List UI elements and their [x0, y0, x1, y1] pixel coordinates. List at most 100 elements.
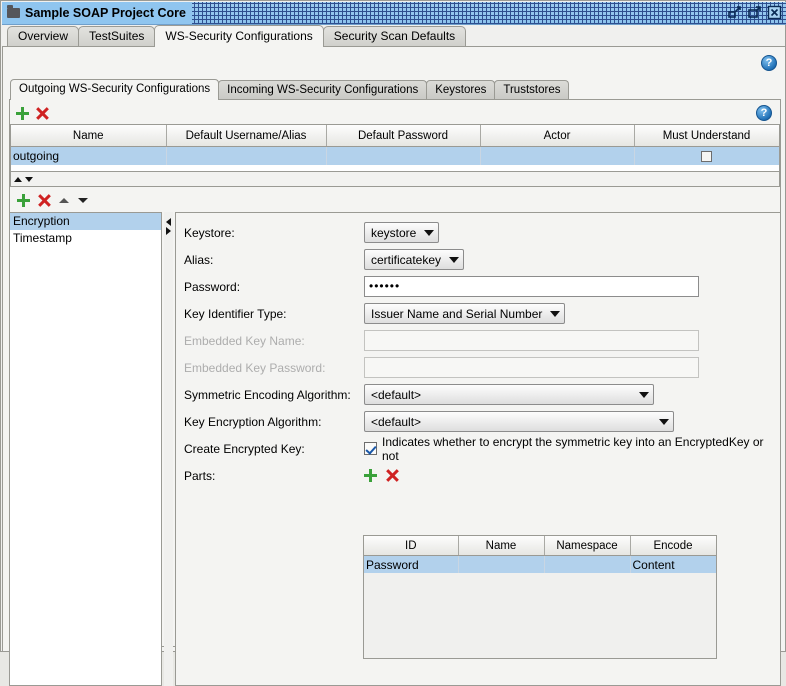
parts-header-row: ID Name Namespace Encode	[364, 536, 716, 556]
alias-value: certificatekey	[371, 252, 442, 267]
minimize-button[interactable]	[727, 5, 742, 20]
triangle-up-icon[interactable]	[14, 175, 23, 184]
chevron-down-icon	[449, 256, 460, 263]
window-title: Sample SOAP Project Core	[25, 6, 186, 20]
key-encryption-algorithm-value: <default>	[371, 414, 422, 429]
remove-part-button[interactable]	[386, 469, 399, 482]
keystore-value: keystore	[371, 225, 417, 240]
tab-security-scan-defaults[interactable]: Security Scan Defaults	[322, 26, 467, 47]
chevron-down-icon	[424, 229, 435, 236]
field-row-embedded-key-name: Embedded Key Name:	[176, 327, 780, 354]
field-row-parts: Parts:	[176, 462, 780, 489]
keystore-select[interactable]: keystore	[364, 222, 440, 243]
field-row-embedded-key-password: Embedded Key Password:	[176, 354, 780, 381]
parts-column-header-namespace[interactable]: Namespace	[544, 536, 631, 556]
parts-column-header-id[interactable]: ID	[364, 536, 459, 556]
cell-name[interactable]: outgoing	[11, 146, 167, 165]
parts-column-header-encode[interactable]: Encode	[630, 536, 716, 556]
symmetric-encoding-algorithm-label: Symmetric Encoding Algorithm:	[184, 387, 351, 402]
embedded-key-password-label: Embedded Key Password:	[184, 360, 326, 375]
configurations-table[interactable]: Name Default Username/Alias Default Pass…	[10, 124, 780, 172]
ws-security-panel: ? Outgoing WS-Security Configurations In…	[2, 46, 786, 686]
tab-ws-security-configurations[interactable]: WS-Security Configurations	[154, 25, 324, 47]
parts-cell-encode[interactable]: Content	[630, 555, 716, 573]
create-encrypted-key-checkbox[interactable]	[364, 442, 377, 455]
cell-must-understand[interactable]	[634, 146, 779, 165]
tab-testsuites[interactable]: TestSuites	[78, 26, 156, 47]
field-row-key-identifier-type: Key Identifier Type: Issuer Name and Ser…	[176, 300, 780, 327]
split-divider[interactable]	[164, 212, 173, 686]
ws-security-tab-bar: Outgoing WS-Security Configurations Inco…	[10, 79, 780, 100]
maximize-button[interactable]	[747, 5, 762, 20]
create-encrypted-key-hint: Indicates whether to encrypt the symmetr…	[382, 434, 764, 463]
chevron-down-icon[interactable]	[78, 195, 89, 206]
column-header-name[interactable]: Name	[11, 125, 167, 147]
password-input[interactable]: ••••••	[364, 276, 699, 297]
parts-table[interactable]: ID Name Namespace Encode Password Conten…	[363, 535, 717, 659]
column-header-actor[interactable]: Actor	[480, 125, 635, 147]
tab-incoming-ws-security-configurations[interactable]: Incoming WS-Security Configurations	[218, 80, 428, 100]
remove-entry-button[interactable]	[38, 194, 51, 207]
key-identifier-type-select[interactable]: Issuer Name and Serial Number	[364, 303, 566, 324]
key-identifier-type-label: Key Identifier Type:	[184, 306, 287, 321]
application-window: Sample SOAP Project Core Overview TestSu…	[0, 0, 786, 686]
parts-cell-id[interactable]: Password	[364, 555, 459, 573]
column-header-default-password[interactable]: Default Password	[326, 125, 481, 147]
chevron-down-icon	[659, 418, 669, 425]
symmetric-encoding-algorithm-value: <default>	[371, 387, 422, 402]
symmetric-encoding-algorithm-select[interactable]: <default>	[364, 384, 654, 405]
must-understand-checkbox[interactable]	[701, 151, 712, 163]
add-configuration-button[interactable]	[16, 106, 29, 120]
cell-actor[interactable]	[480, 146, 635, 165]
list-item[interactable]: Encryption	[10, 213, 161, 230]
cell-default-username[interactable]	[166, 146, 327, 165]
field-row-alias: Alias: certificatekey	[176, 246, 780, 273]
tab-truststores[interactable]: Truststores	[494, 80, 570, 100]
entry-split-pane: Encryption Timestamp Keystore: keystore …	[9, 212, 781, 686]
triangle-down-icon[interactable]	[25, 175, 34, 184]
tab-keystores[interactable]: Keystores	[426, 80, 496, 100]
chevron-up-icon[interactable]	[59, 195, 70, 206]
field-row-keystore: Keystore: keystore	[176, 219, 780, 246]
table-row[interactable]: Password Content	[364, 555, 716, 573]
chevron-left-icon[interactable]	[165, 218, 172, 226]
embedded-key-password-input	[364, 357, 699, 378]
parts-label: Parts:	[184, 468, 216, 483]
field-row-password: Password: ••••••	[176, 273, 780, 300]
add-part-button[interactable]	[364, 469, 377, 482]
cell-default-password[interactable]	[326, 146, 481, 165]
column-header-default-username[interactable]: Default Username/Alias	[166, 125, 327, 147]
parts-column-header-name[interactable]: Name	[458, 536, 545, 556]
table-row[interactable]: outgoing	[11, 146, 779, 165]
folder-icon	[7, 5, 20, 18]
parts-cell-namespace[interactable]	[544, 555, 631, 573]
close-button[interactable]	[767, 5, 782, 20]
column-header-must-understand[interactable]: Must Understand	[634, 125, 779, 147]
field-row-create-encrypted-key: Create Encrypted Key: Indicates whether …	[176, 434, 780, 463]
entry-list[interactable]: Encryption Timestamp	[9, 212, 162, 686]
key-encryption-algorithm-select[interactable]: <default>	[364, 411, 674, 432]
help-icon-outgoing[interactable]: ?	[756, 105, 772, 121]
remove-configuration-button[interactable]	[36, 107, 49, 120]
alias-select[interactable]: certificatekey	[364, 249, 465, 270]
window-controls	[727, 5, 782, 20]
table-header-row: Name Default Username/Alias Default Pass…	[11, 125, 779, 147]
tab-overview[interactable]: Overview	[7, 26, 80, 47]
window-title-group: Sample SOAP Project Core	[2, 2, 192, 24]
window-title-bar: Sample SOAP Project Core	[2, 2, 786, 25]
add-entry-button[interactable]	[17, 193, 30, 207]
embedded-key-name-input	[364, 330, 699, 351]
chevron-right-icon[interactable]	[165, 227, 172, 235]
password-label: Password:	[184, 279, 241, 294]
parts-cell-name[interactable]	[458, 555, 545, 573]
alias-label: Alias:	[184, 252, 214, 267]
tab-outgoing-ws-security-configurations[interactable]: Outgoing WS-Security Configurations	[10, 79, 220, 100]
table-sort-bar	[10, 172, 780, 187]
field-row-symmetric-encoding-algorithm: Symmetric Encoding Algorithm: <default>	[176, 381, 780, 408]
key-identifier-type-value: Issuer Name and Serial Number	[371, 306, 543, 321]
help-icon-top[interactable]: ?	[761, 55, 777, 71]
configuration-toolbar	[10, 103, 780, 123]
list-item[interactable]: Timestamp	[10, 230, 161, 247]
key-encryption-algorithm-label: Key Encryption Algorithm:	[184, 414, 322, 429]
field-row-key-encryption-algorithm: Key Encryption Algorithm: <default>	[176, 408, 780, 435]
